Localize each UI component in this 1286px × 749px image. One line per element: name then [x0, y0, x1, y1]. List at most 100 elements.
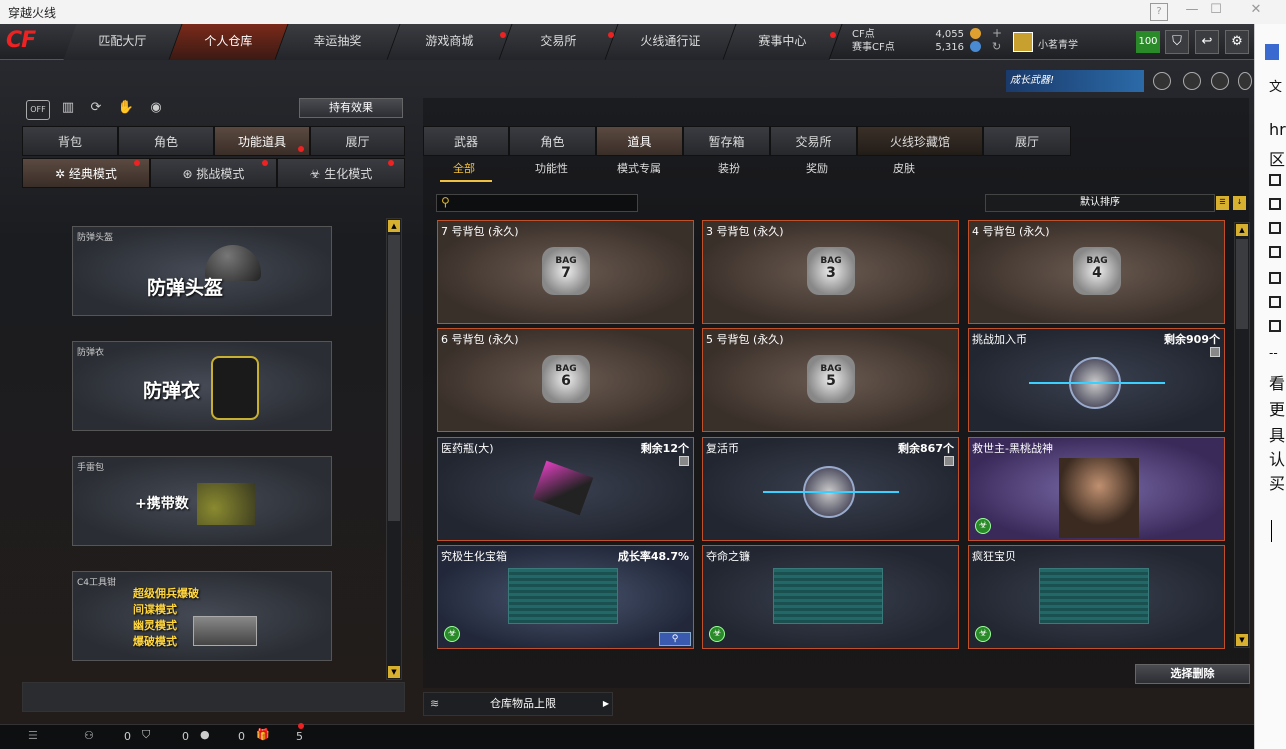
sort-direction-icon[interactable]: ↓ — [1233, 196, 1246, 210]
item-card-crazy-baby[interactable]: 疯狂宝贝 ☣ — [968, 545, 1225, 649]
item-card-bag-4[interactable]: 4 号背包 (永久) BAG 4 — [968, 220, 1225, 324]
warehouse-limit-bar[interactable]: ≋ 仓库物品上限 ▶ — [423, 692, 613, 716]
mode-classic[interactable]: ✲ 经典模式 — [22, 158, 150, 188]
backpack-icon: BAG 3 — [807, 247, 855, 295]
item-card-death-scythe[interactable]: 夺命之镰 ☣ — [702, 545, 959, 649]
subtab-mode-exclusive[interactable]: 模式专属 — [617, 160, 661, 176]
item-card-medkit-large[interactable]: 医药瓶(大) 剩余12个 — [437, 437, 694, 541]
item-card-vest[interactable]: 防弹衣 防弹衣 — [72, 341, 332, 431]
checkbox[interactable] — [1269, 198, 1281, 210]
right-scrollbar[interactable]: ▲ ▼ — [1234, 222, 1250, 648]
checkbox[interactable] — [1269, 174, 1281, 186]
checkbox[interactable] — [1269, 296, 1281, 308]
sort-dropdown[interactable]: 默认排序 — [985, 194, 1215, 212]
checkbox[interactable] — [1269, 272, 1281, 284]
list-view-icon[interactable]: ☰ — [1216, 196, 1229, 210]
globe-icon[interactable] — [1183, 72, 1201, 90]
help-icon[interactable]: ? — [1150, 3, 1168, 21]
side-glyph: 看 — [1269, 374, 1286, 393]
subtab-functional[interactable]: 功能性 — [535, 160, 568, 176]
item-card-grenade-pack[interactable]: 手雷包 +携带数 — [72, 456, 332, 546]
scroll-down-icon[interactable]: ▼ — [388, 666, 400, 678]
side-doc-icon[interactable] — [1265, 44, 1279, 60]
cycle-icon[interactable]: ⟳ — [86, 100, 106, 120]
growth-weapon-banner[interactable]: 成长武器! — [1006, 70, 1144, 92]
functional-items-notification-dot — [298, 146, 304, 152]
maximize-button[interactable]: ☐ — [1196, 2, 1236, 22]
checkbox[interactable] — [1269, 246, 1281, 258]
tab-characters[interactable]: 角色 — [509, 126, 596, 156]
scroll-up-icon[interactable]: ▲ — [388, 220, 400, 232]
scroll-thumb[interactable] — [1236, 239, 1248, 329]
tab-showroom-right[interactable]: 展厅 — [983, 126, 1071, 156]
checkbox[interactable] — [1269, 222, 1281, 234]
hand-icon[interactable]: ✋ — [116, 100, 136, 120]
close-button[interactable]: ✕ — [1236, 2, 1276, 22]
item-card-revive-coin[interactable]: 复活币 剩余867个 — [702, 437, 959, 541]
gear-icon[interactable]: ⚙ — [1225, 30, 1249, 54]
item-card-savior-spade-god[interactable]: 救世主-黑桃战神 ☣ — [968, 437, 1225, 541]
tab-items[interactable]: 道具 — [596, 126, 683, 156]
tab-functional-items[interactable]: 功能道具 — [214, 126, 310, 156]
gift-icon[interactable]: 🎁 — [256, 728, 270, 741]
nav-tab-personal-warehouse[interactable]: 个人仓库 — [169, 24, 289, 60]
skull-icon[interactable] — [1238, 72, 1252, 90]
nav-tab-shop[interactable]: 游戏商城 — [387, 24, 513, 60]
item-card-bag-5[interactable]: 5 号背包 (永久) BAG 5 — [702, 328, 959, 432]
item-name: 复活币 — [706, 442, 739, 455]
item-card-challenge-coin[interactable]: 挑战加入币 剩余909个 — [968, 328, 1225, 432]
subtab-dress[interactable]: 装扮 — [718, 160, 740, 176]
tab-exchange[interactable]: 交易所 — [770, 126, 857, 156]
back-icon[interactable]: ↩ — [1195, 30, 1219, 54]
left-scrollbar[interactable]: ▲ ▼ — [386, 218, 402, 680]
user-avatar[interactable] — [1013, 32, 1033, 52]
magnify-button[interactable]: ⚲ — [659, 632, 691, 646]
item-card-bag-7[interactable]: 7 号背包 (永久) BAG 7 — [437, 220, 694, 324]
achievement-icon[interactable] — [1211, 72, 1229, 90]
bag-icon[interactable]: ◉ — [146, 100, 166, 120]
add-currency-icon[interactable]: + — [992, 26, 1002, 40]
nav-tab-events[interactable]: 赛事中心 — [723, 24, 843, 60]
chat-icon[interactable]: ● — [200, 728, 210, 741]
tab-weapons[interactable]: 武器 — [423, 126, 509, 156]
nav-tab-exchange[interactable]: 交易所 — [499, 24, 619, 60]
mode-zombie[interactable]: ☣ 生化模式 — [277, 158, 405, 188]
subtab-skins[interactable]: 皮肤 — [893, 160, 915, 176]
item-card-bag-6[interactable]: 6 号背包 (永久) BAG 6 — [437, 328, 694, 432]
nav-tab-match-lobby[interactable]: 匹配大厅 — [63, 24, 183, 60]
menu-icon[interactable]: ☰ — [28, 729, 38, 742]
stats-icon[interactable]: ▥ — [58, 100, 78, 120]
mode-challenge[interactable]: ⊛ 挑战模式 — [150, 158, 277, 188]
clan-icon[interactable]: ⛉ — [142, 728, 150, 742]
tab-collection[interactable]: 火线珍藏馆 — [857, 126, 983, 156]
badge-icon[interactable] — [1153, 72, 1171, 90]
tab-showroom[interactable]: 展厅 — [310, 126, 405, 156]
subtab-underline — [440, 180, 492, 182]
search-input[interactable] — [457, 196, 633, 210]
effects-button[interactable]: 持有效果 — [299, 98, 403, 118]
friends-icon[interactable]: ⚇ — [84, 729, 94, 742]
tab-temp-storage[interactable]: 暂存箱 — [683, 126, 770, 156]
item-card-bag-3[interactable]: 3 号背包 (永久) BAG 3 — [702, 220, 959, 324]
subtab-rewards[interactable]: 奖励 — [806, 160, 828, 176]
scroll-up-icon[interactable]: ▲ — [1236, 224, 1248, 236]
tab-backpack[interactable]: 背包 — [22, 126, 118, 156]
item-card-c4-pliers[interactable]: C4工具钳 超级佣兵爆破 间谍模式 幽灵模式 爆破模式 — [72, 571, 332, 661]
select-delete-button[interactable]: 选择删除 — [1135, 664, 1250, 684]
scroll-thumb[interactable] — [388, 235, 400, 521]
nav-tab-pass[interactable]: 火线通行证 — [605, 24, 737, 60]
refresh-currency-icon[interactable]: ↻ — [992, 40, 1001, 53]
shield-icon[interactable]: ⛉ — [1165, 30, 1189, 54]
tab-character[interactable]: 角色 — [118, 126, 214, 156]
scroll-down-icon[interactable]: ▼ — [1236, 634, 1248, 646]
nav-tab-lucky-draw[interactable]: 幸运抽奖 — [275, 24, 401, 60]
toggle-off-icon[interactable]: OFF — [26, 100, 50, 120]
item-card-helmet[interactable]: 防弹头盔 防弹头盔 — [72, 226, 332, 316]
cf-coin-icon — [970, 28, 981, 39]
item-card-ultimate-zombie-box[interactable]: 究极生化宝箱 成长率48.7% ☣ ⚲ — [437, 545, 694, 649]
warehouse-limit-label: 仓库物品上限 — [490, 697, 556, 710]
search-box[interactable]: ⚲ — [436, 194, 638, 212]
gift-notification-dot — [298, 723, 304, 729]
subtab-all[interactable]: 全部 — [453, 160, 475, 176]
checkbox[interactable] — [1269, 320, 1281, 332]
